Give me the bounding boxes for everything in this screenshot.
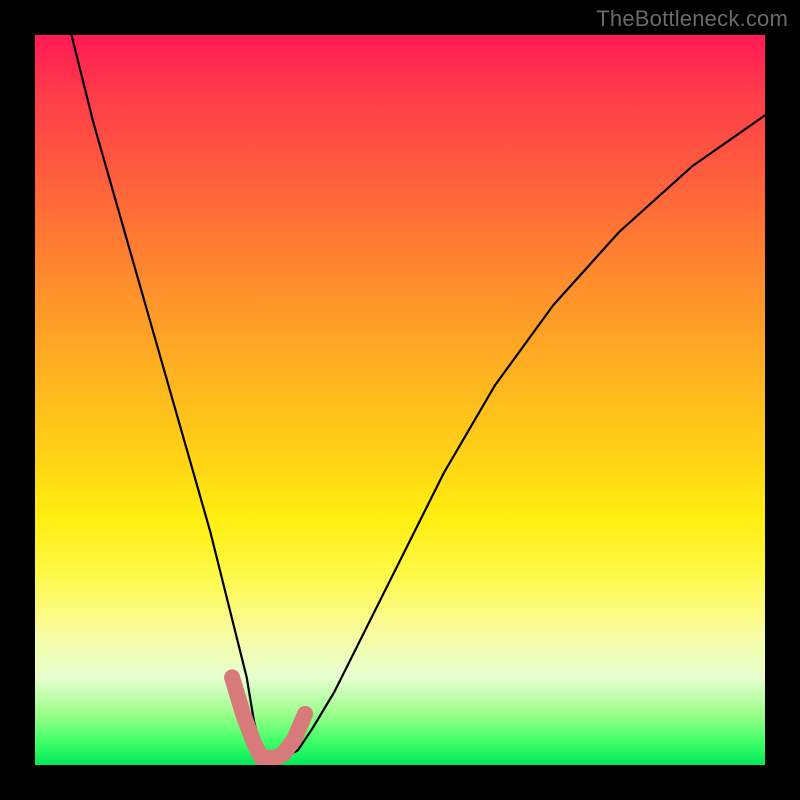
curve-layer <box>35 35 765 765</box>
watermark-text: TheBottleneck.com <box>596 6 788 32</box>
bottleneck-curve <box>72 35 766 758</box>
plot-area <box>35 35 765 765</box>
optimal-highlight <box>232 677 305 757</box>
chart-frame: TheBottleneck.com <box>0 0 800 800</box>
